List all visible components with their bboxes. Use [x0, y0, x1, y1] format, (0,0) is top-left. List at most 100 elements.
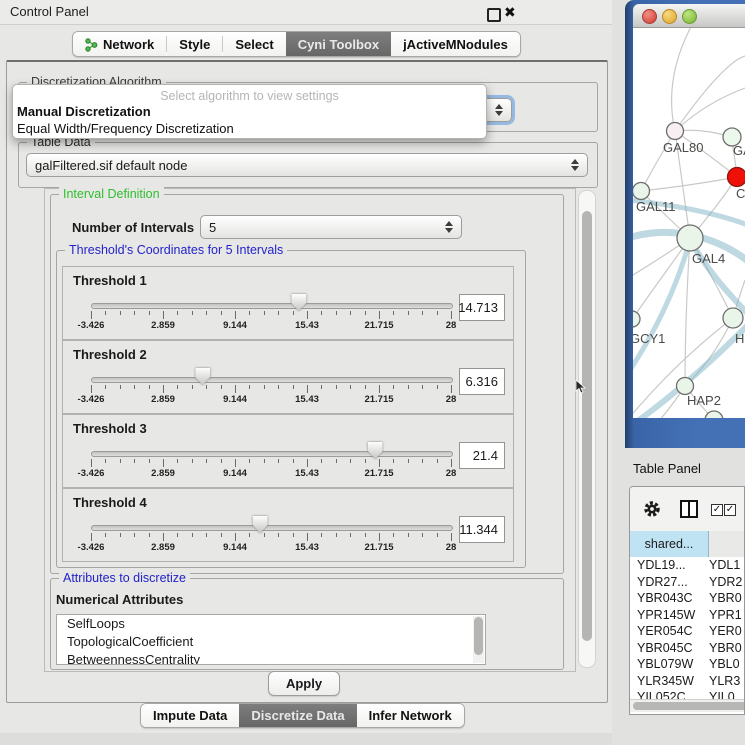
checkbox-icon[interactable]: ✓ — [724, 504, 736, 516]
table-row[interactable]: YER054CYER0 — [630, 623, 745, 640]
zoom-window-icon[interactable] — [682, 9, 697, 24]
tab-impute-data[interactable]: Impute Data — [141, 704, 239, 727]
list-scrollbar-thumb[interactable] — [474, 617, 483, 655]
node-label-hap2: HAP2 — [687, 393, 721, 408]
node-gal4[interactable] — [677, 225, 703, 251]
node-label-ga: GA — [733, 143, 745, 158]
threshold-4-label: Threshold 4 — [73, 495, 147, 510]
threshold-3-label: Threshold 3 — [73, 421, 147, 436]
threshold-1-slider-thumb[interactable] — [291, 294, 306, 311]
apply-button[interactable]: Apply — [268, 671, 340, 696]
tab-select[interactable]: Select — [223, 32, 285, 56]
network-window-titlebar[interactable] — [633, 4, 745, 28]
node-hap2[interactable] — [677, 378, 694, 395]
tab-infer-network[interactable]: Infer Network — [357, 704, 464, 727]
scrollbar-thumb[interactable] — [582, 211, 592, 641]
table-row[interactable]: YPR145WYPR1 — [630, 607, 745, 624]
threshold-4-slider-thumb[interactable] — [253, 516, 268, 533]
settings-vertical-scrollbar[interactable] — [578, 190, 596, 668]
combo-stepper-icon — [571, 159, 579, 171]
panel-title: Control Panel — [10, 4, 89, 19]
number-of-intervals-label: Number of Intervals — [72, 220, 194, 235]
control-panel-tabbar: Network Style Select Cyni Toolbox jActiv… — [72, 31, 521, 57]
interval-definition-title: Interval Definition — [59, 187, 164, 201]
float-panel-icon[interactable] — [487, 8, 501, 22]
tab-style[interactable]: Style — [167, 32, 222, 56]
tab-discretize-data[interactable]: Discretize Data — [239, 704, 356, 727]
tab-jactivemnodules[interactable]: jActiveMNodules — [391, 32, 520, 56]
node-h[interactable] — [723, 308, 743, 328]
tab-network[interactable]: Network — [73, 32, 166, 56]
mouse-cursor — [575, 380, 586, 394]
threshold-2-slider-track[interactable] — [91, 377, 453, 383]
table-body[interactable]: YDL19...YDL1 YDR27...YDR2 YBR043CYBR0 YP… — [630, 557, 745, 699]
node-gcy1[interactable] — [633, 311, 640, 327]
table-panel-title: Table Panel — [633, 461, 701, 476]
column-layout-icon[interactable] — [680, 500, 698, 518]
table-toolbar: ✓ ✓ — [630, 487, 745, 532]
node-gal11[interactable] — [633, 183, 650, 200]
node-label-gal4: GAL4 — [692, 251, 725, 266]
table-panel-window: ✓ ✓ shared... na YDL19...YDL1 YDR27...YD… — [629, 486, 745, 715]
table-data-combobox[interactable]: galFiltered.sif default node — [26, 153, 588, 177]
node-gal80[interactable] — [667, 123, 684, 140]
list-scrollbar[interactable] — [473, 616, 484, 663]
node-bottom-partial[interactable] — [705, 411, 723, 418]
threshold-1-row: Threshold 1 -3.426 2.859 9.144 15.43 21.… — [62, 266, 514, 340]
table-row[interactable]: YDL19...YDL1 — [630, 557, 745, 574]
list-item[interactable]: TopologicalCoefficient — [57, 633, 485, 651]
threshold-2-row: Threshold 2 -3.426 2.859 9.144 15.43 21.… — [62, 340, 514, 414]
attributes-group-title: Attributes to discretize — [59, 571, 190, 585]
control-panel-window: Control Panel ✖ Network Style Select Cyn… — [0, 0, 613, 733]
node-label-gal80: GAL80 — [663, 140, 703, 155]
threshold-4-row: Threshold 4 -3.426 2.859 9.144 15.43 21.… — [62, 488, 514, 562]
threshold-2-slider-thumb[interactable] — [195, 368, 210, 385]
network-canvas[interactable]: GAL80 GA C GAL11 GAL4 GCY1 H HAP2 — [633, 28, 745, 418]
dropdown-option-manual[interactable]: Manual Discretization — [13, 103, 486, 120]
table-row[interactable]: YLR345WYLR3 — [630, 673, 745, 690]
node-label-c: C — [736, 186, 745, 201]
close-panel-icon[interactable]: ✖ — [504, 4, 516, 21]
threshold-1-value-field[interactable]: 14.713 — [459, 294, 505, 321]
thresholds-group-title: Threshold's Coordinates for 5 Intervals — [65, 243, 287, 257]
minimize-window-icon[interactable] — [662, 9, 677, 24]
list-item[interactable]: SelfLoops — [57, 615, 485, 633]
threshold-1-slider-track[interactable] — [91, 303, 453, 309]
hscrollbar-thumb[interactable] — [633, 702, 745, 710]
table-data-value: galFiltered.sif default node — [35, 158, 187, 173]
close-window-icon[interactable] — [642, 9, 657, 24]
threshold-4-value-field[interactable]: 11.344 — [459, 516, 505, 543]
numerical-attributes-list[interactable]: SelfLoops TopologicalCoefficient Between… — [56, 614, 486, 665]
threshold-3-slider-track[interactable] — [91, 451, 453, 457]
intervals-value: 5 — [209, 220, 216, 235]
dropdown-hint: Select algorithm to view settings — [13, 85, 486, 103]
dropdown-option-equal-width[interactable]: Equal Width/Frequency Discretization — [13, 120, 486, 137]
tab-cyni-toolbox[interactable]: Cyni Toolbox — [286, 32, 391, 56]
table-row[interactable]: YDR27...YDR2 — [630, 574, 745, 591]
node-label-gal11: GAL11 — [636, 199, 676, 214]
threshold-3-value-field[interactable]: 21.4 — [459, 442, 505, 469]
checkbox-icon[interactable]: ✓ — [711, 504, 723, 516]
table-row[interactable]: YBR043CYBR0 — [630, 590, 745, 607]
algorithm-dropdown-popup: Select algorithm to view settings Manual… — [12, 84, 487, 139]
tab-network-label: Network — [103, 37, 154, 52]
table-row[interactable]: YBL079WYBL0 — [630, 656, 745, 673]
node-red-selected[interactable] — [728, 168, 745, 187]
threshold-3-slider-thumb[interactable] — [368, 442, 383, 459]
threshold-2-label: Threshold 2 — [73, 347, 147, 362]
gear-icon[interactable] — [642, 499, 662, 519]
threshold-2-value-field[interactable]: 6.316 — [459, 368, 505, 395]
column-header-name[interactable]: na — [709, 531, 745, 557]
threshold-4-slider-track[interactable] — [91, 525, 453, 531]
column-header-shared[interactable]: shared... — [630, 531, 709, 557]
threshold-1-label: Threshold 1 — [73, 273, 147, 288]
node-label-h: H — [735, 331, 744, 346]
table-horizontal-scrollbar[interactable] — [630, 699, 745, 712]
table-header-row: shared... na — [630, 531, 745, 557]
list-item[interactable]: BetweennessCentrality — [57, 651, 485, 665]
table-row[interactable]: YIL052CYIL0 — [630, 689, 745, 699]
table-row[interactable]: YBR045CYBR0 — [630, 640, 745, 657]
combo-stepper-icon — [495, 104, 503, 116]
number-of-intervals-combobox[interactable]: 5 — [200, 215, 462, 239]
threshold-3-row: Threshold 3 -3.426 2.859 9.144 15.43 21.… — [62, 414, 514, 488]
